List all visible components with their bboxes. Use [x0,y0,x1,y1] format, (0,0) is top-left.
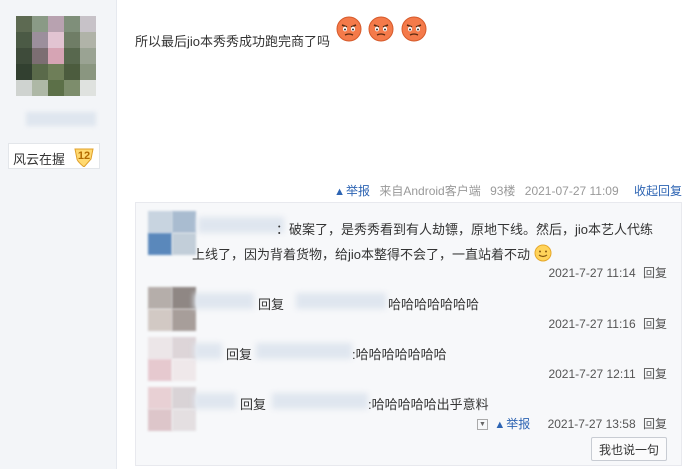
smile-face-icon [534,244,552,262]
post-emojis [336,16,430,44]
badge-name: 风云在握 [13,152,66,167]
reply-text-continued: 上线了，因为背着货物，给jio本整得不会了，一直站着不动 [192,247,531,262]
chevron-down-icon[interactable]: ▼ [476,419,488,431]
reply-meta: 2021-7-27 11:14 回复 [548,264,667,281]
author-sidebar: 风云在握 12 [0,0,117,469]
warning-icon: ▲ [494,419,506,431]
reply-text: :哈哈哈哈哈出乎意料 [368,397,489,412]
reply-target-blurred[interactable] [296,293,386,309]
reply-username-blurred[interactable] [194,343,222,359]
post-content: 所以最后jio本秀秀成功跑完商了吗 [135,34,331,49]
level-shield-icon: 12 [73,147,95,168]
report-label: 举报 [346,184,371,198]
reply-time: 2021-7-27 11:16 [548,317,636,331]
member-badge[interactable]: 风云在握 12 [8,143,100,169]
reply-text: :哈哈哈哈哈哈哈 [352,347,447,362]
angry-face-icon [401,16,427,42]
reply-target-blurred[interactable] [256,343,352,359]
reply-avatar[interactable] [148,211,196,257]
reply-meta: 2021-7-27 12:11 回复 [548,365,667,382]
angry-face-icon [336,16,362,42]
reply-target-blurred[interactable] [272,393,368,409]
reply-avatar[interactable] [148,287,196,333]
reply-button[interactable]: 回复 [643,317,667,331]
reply-list: ：破案了，是秀秀看到有人劫镖，原地下线。然后，jio本艺人代练 上线了，因为背着… [135,202,682,466]
reply-text: 哈哈哈哈哈哈哈 [388,297,480,312]
report-label: 举报 [506,417,531,431]
reply-button[interactable]: 回复 [643,417,667,431]
report-link[interactable]: ▲举报 [328,184,370,198]
reply-prefix: 回复 [240,397,267,412]
fold-replies-link[interactable]: 收起回复 [634,184,682,198]
reply-username-blurred[interactable] [194,293,254,309]
reply-avatar[interactable] [148,387,196,433]
reply-prefix: 回复 [258,297,285,312]
post-tail: ▲举报 来自Android客户端 93楼 2021-07-27 11:09 收起… [300,182,682,199]
post-source: 来自Android客户端 [379,184,481,198]
reply-button[interactable]: 回复 [643,266,667,280]
avatar[interactable] [16,16,96,96]
reply-time: 2021-7-27 11:14 [548,266,636,280]
reply-avatar[interactable] [148,337,196,383]
post-time: 2021-07-27 11:09 [524,184,619,198]
floor-number: 93楼 [490,184,516,198]
reply-text: ：破案了，是秀秀看到有人劫镖，原地下线。然后，jio本艺人代练 [276,222,654,237]
reply-meta: 2021-7-27 11:16 回复 [548,315,667,332]
reply-time: 2021-7-27 13:58 [547,417,636,431]
report-link[interactable]: ▲举报 [494,417,530,431]
username-blurred[interactable] [26,112,96,126]
angry-face-icon [368,16,394,42]
reply-text-line2: 上线了，因为背着货物，给jio本整得不会了，一直站着不动 [192,244,552,263]
reply-meta: ▼ ▲举报 2021-7-27 13:58 回复 [476,415,667,432]
add-comment-button[interactable]: 我也说一句 [591,437,667,461]
warning-icon: ▲ [334,186,345,198]
badge-level: 12 [77,150,91,162]
reply-username-blurred[interactable] [194,393,236,409]
reply-username-blurred[interactable] [198,217,284,233]
reply-prefix: 回复 [226,347,253,362]
reply-button[interactable]: 回复 [643,367,667,381]
reply-time: 2021-7-27 12:11 [548,367,636,381]
